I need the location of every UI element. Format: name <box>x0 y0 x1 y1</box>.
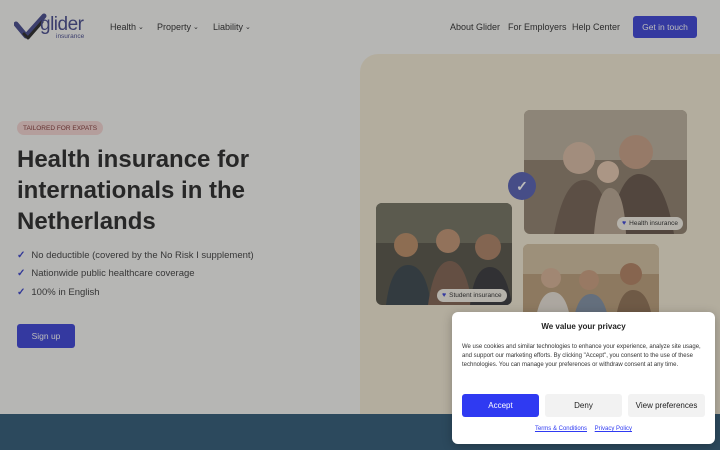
accept-button[interactable]: Accept <box>462 394 539 417</box>
cookie-links: Terms & Conditions Privacy Policy <box>452 426 715 432</box>
privacy-link[interactable]: Privacy Policy <box>595 426 632 432</box>
cookie-text: We use cookies and similar technologies … <box>462 344 701 369</box>
view-preferences-button[interactable]: View preferences <box>628 394 705 417</box>
cookie-title: We value your privacy <box>541 322 626 331</box>
terms-link[interactable]: Terms & Conditions <box>535 426 587 432</box>
cookie-consent-dialog: We value your privacy We use cookies and… <box>452 312 715 444</box>
deny-button[interactable]: Deny <box>545 394 622 417</box>
